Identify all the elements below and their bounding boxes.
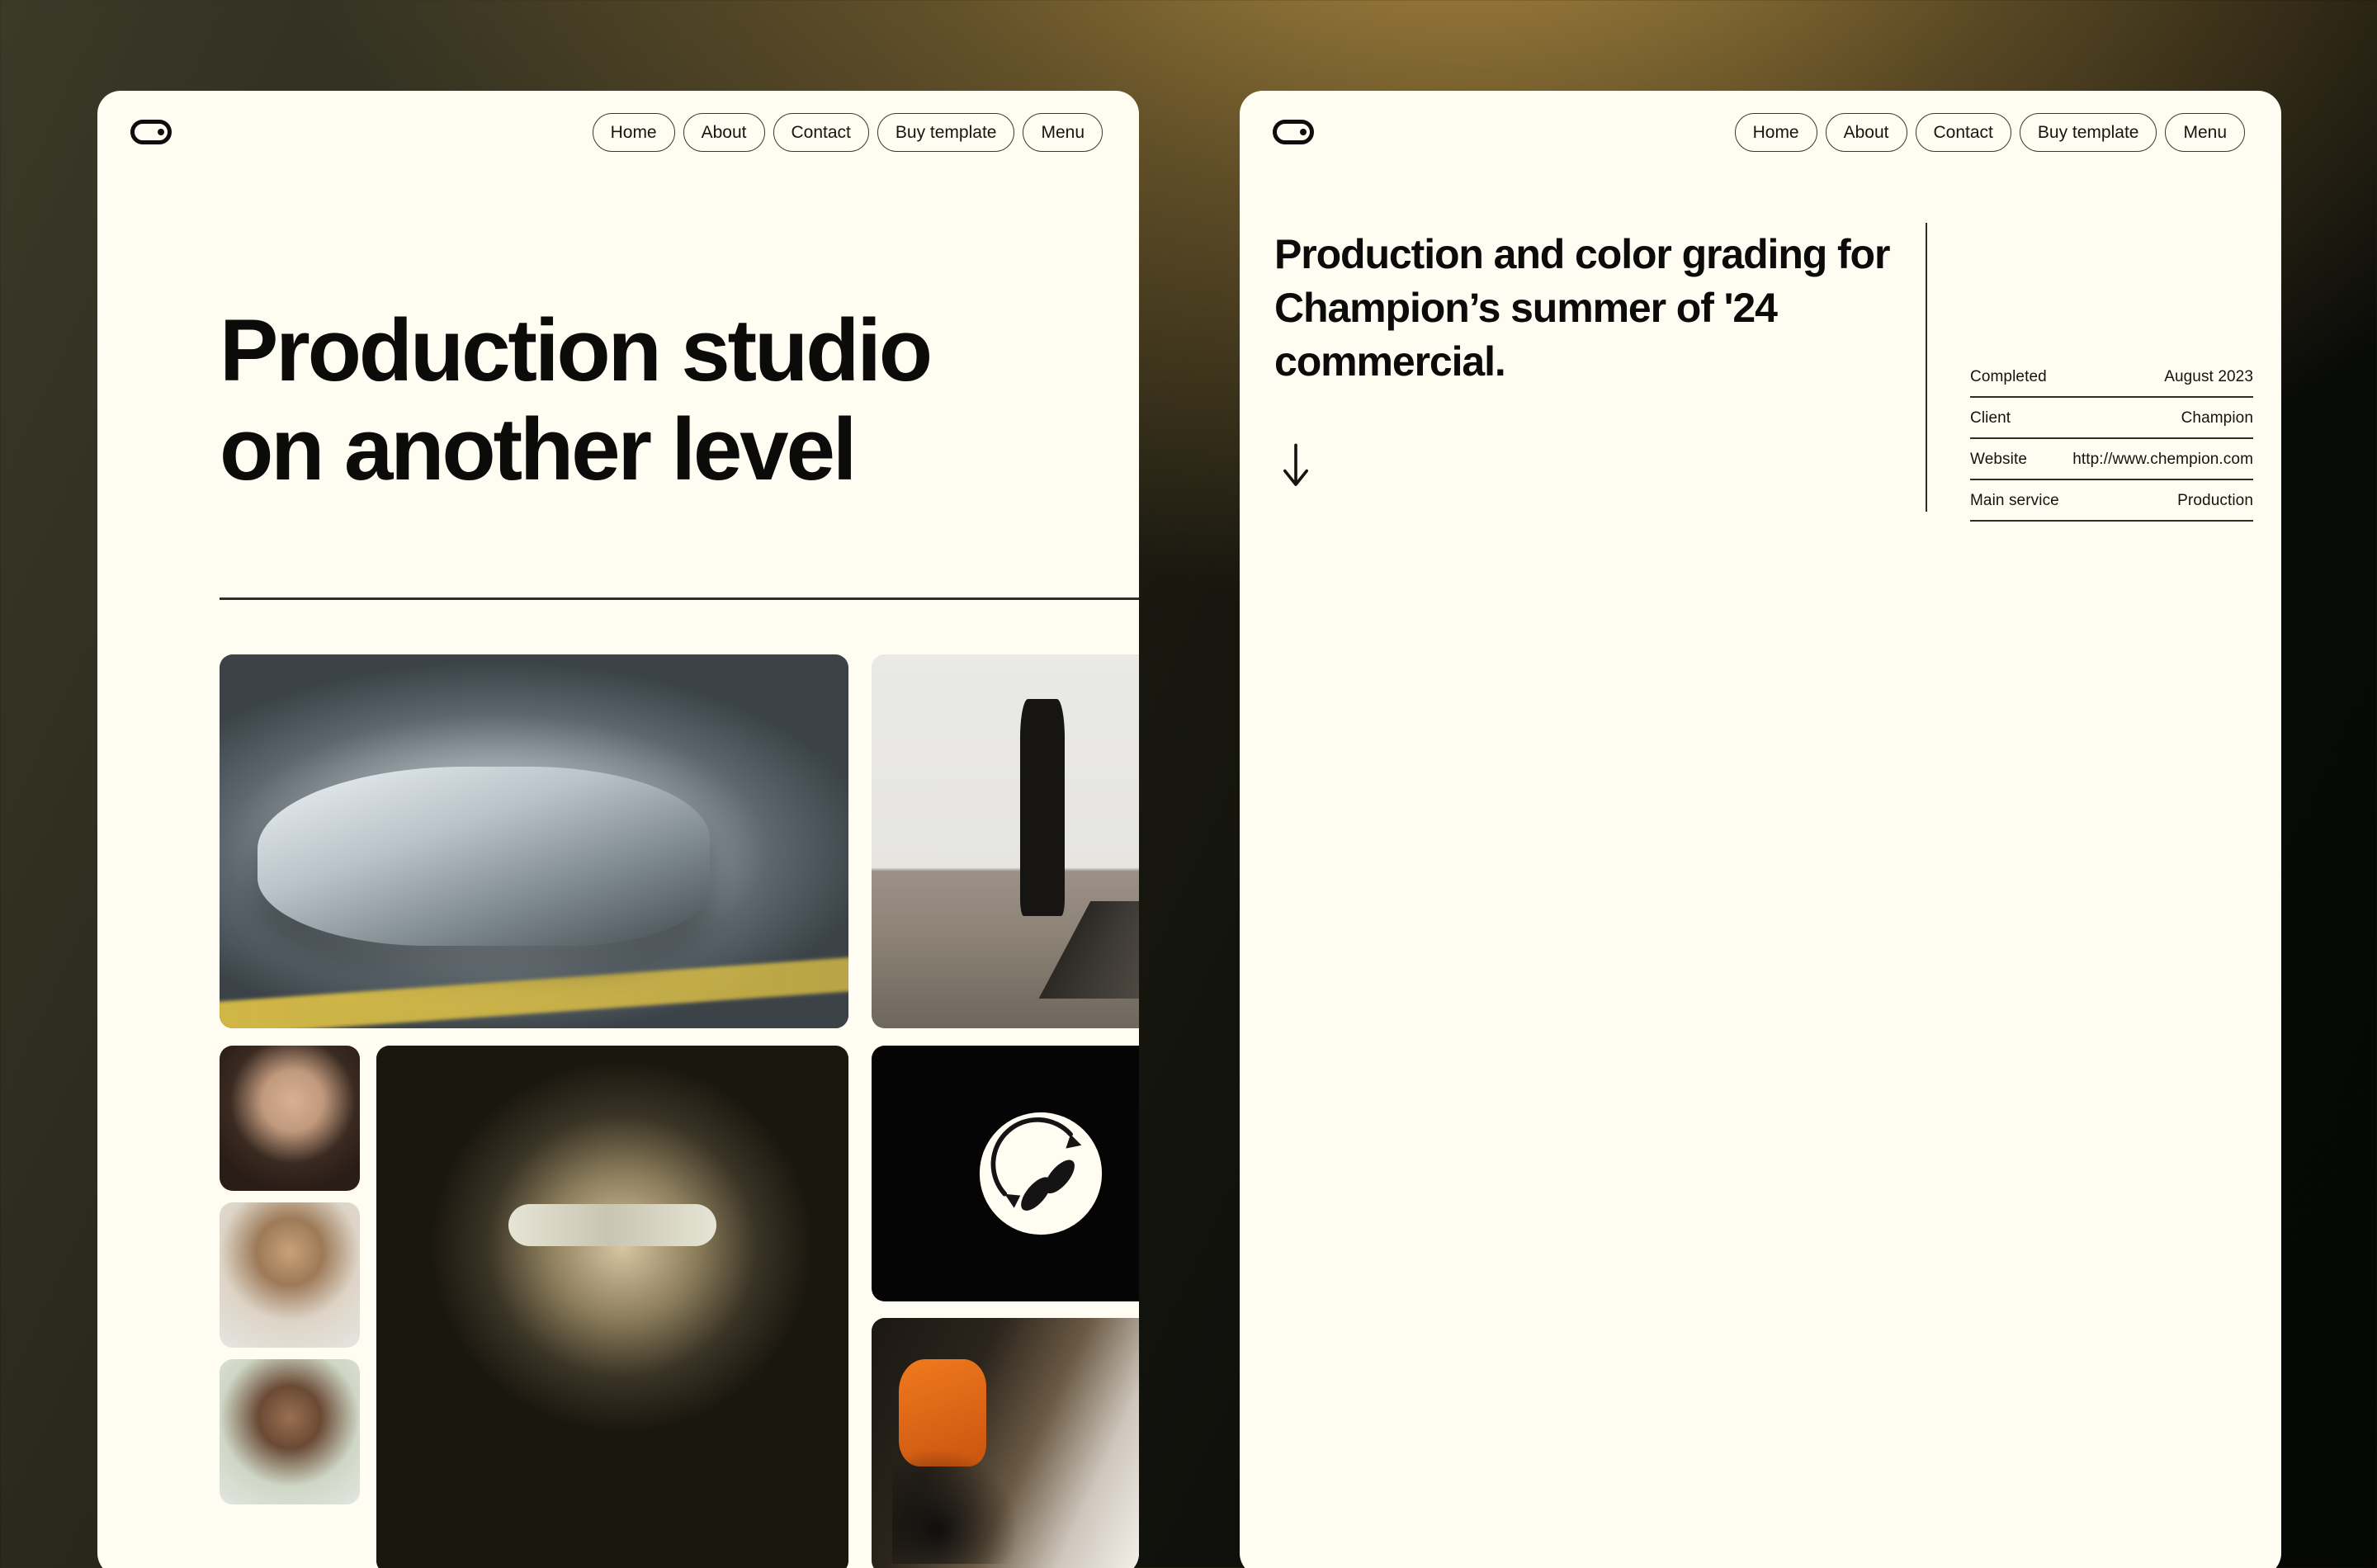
nav-item-about[interactable]: About	[1825, 112, 1907, 152]
pill-logo-icon[interactable]	[130, 120, 172, 144]
arrow-down-icon[interactable]	[1279, 442, 1312, 489]
right-window-card: Home About Contact Buy template Menu Pro…	[1240, 91, 2281, 1568]
right-nav: Home About Contact Buy template Menu	[1734, 112, 2245, 152]
mountain-biker-splash-image	[872, 1318, 1139, 1568]
right-topbar: Home About Contact Buy template Menu	[1240, 91, 2281, 173]
gallery-tile-skater-on-ledge[interactable]	[872, 654, 1139, 1028]
nav-item-contact[interactable]: Contact	[1915, 112, 2011, 152]
detail-row-main-service: Main service Production	[1970, 480, 2253, 522]
detail-key-client: Client	[1970, 409, 2011, 427]
hero-title-line-1: Production studio	[220, 300, 933, 399]
detail-key-completed: Completed	[1970, 368, 2047, 385]
hero-title-line-2: on another level	[220, 399, 858, 498]
hero-title: Production studio on another level	[220, 300, 1045, 499]
gallery-tile-portrait-woman-headband[interactable]	[220, 1359, 360, 1504]
detail-row-client: Client Champion	[1970, 398, 2253, 439]
detail-key-main-service: Main service	[1970, 492, 2059, 509]
project-title: Production and color grading for Champio…	[1274, 231, 1890, 385]
gallery-tile-silver-sports-car[interactable]	[220, 654, 848, 1028]
nav-item-home[interactable]: Home	[592, 112, 675, 152]
pill-logo-icon[interactable]	[1273, 120, 1314, 144]
circular-arrow-smile-logo-icon	[979, 1112, 1103, 1235]
gallery-tile-woman-sunglasses-night[interactable]	[376, 1046, 848, 1568]
project-details-table: Completed August 2023 Client Champion We…	[1970, 357, 2253, 522]
left-window-card: Home About Contact Buy template Menu Pro…	[97, 91, 1139, 1568]
gallery-tile-portrait-curly-hair-woman[interactable]	[220, 1046, 360, 1191]
woman-sunglasses-night-image	[376, 1046, 848, 1568]
skater-on-ledge-image	[872, 654, 1139, 1028]
left-nav: Home About Contact Buy template Menu	[592, 112, 1103, 152]
silver-sports-car-image	[220, 654, 848, 1028]
nav-item-buy-template[interactable]: Buy template	[2019, 112, 2157, 152]
project-thumbnail-row	[1274, 1058, 2253, 1415]
detail-row-completed: Completed August 2023	[1970, 357, 2253, 398]
nav-item-menu[interactable]: Menu	[1023, 112, 1103, 152]
detail-value-main-service: Production	[2177, 492, 2253, 509]
gallery-tile-studio-logo-card[interactable]	[872, 1046, 1139, 1301]
hero-divider	[220, 597, 1139, 600]
nav-item-contact[interactable]: Contact	[773, 112, 869, 152]
left-gallery-grid	[220, 654, 1139, 1568]
portrait-curly-hair-woman-image	[220, 1046, 360, 1191]
portrait-woman-headband-image	[220, 1359, 360, 1504]
desktop-background: Home About Contact Buy template Menu Pro…	[0, 0, 2377, 1568]
detail-key-website: Website	[1970, 451, 2027, 468]
thumbnail-skater-low-angle-board[interactable]	[1605, 1058, 1923, 1415]
nav-item-menu[interactable]: Menu	[2165, 112, 2245, 152]
thumbnail-skater-sunset-air[interactable]	[1935, 1058, 2253, 1415]
gallery-tile-portrait-man-glasses[interactable]	[220, 1202, 360, 1348]
project-hero-image[interactable]	[1274, 619, 2253, 1046]
thumbnail-skatepark-venice-beach[interactable]	[1274, 1058, 1592, 1415]
nav-item-buy-template[interactable]: Buy template	[877, 112, 1015, 152]
nav-item-about[interactable]: About	[683, 112, 765, 152]
detail-row-website: Website http://www.chempion.com	[1970, 439, 2253, 480]
nav-item-home[interactable]: Home	[1734, 112, 1817, 152]
gallery-tile-mountain-biker-splash[interactable]	[872, 1318, 1139, 1568]
detail-value-client: Champion	[2181, 409, 2253, 427]
left-topbar: Home About Contact Buy template Menu	[97, 91, 1139, 173]
detail-value-completed: August 2023	[2164, 368, 2253, 385]
portrait-man-glasses-image	[220, 1202, 360, 1348]
detail-value-website[interactable]: http://www.chempion.com	[2072, 451, 2253, 469]
project-vertical-divider	[1926, 223, 1927, 512]
